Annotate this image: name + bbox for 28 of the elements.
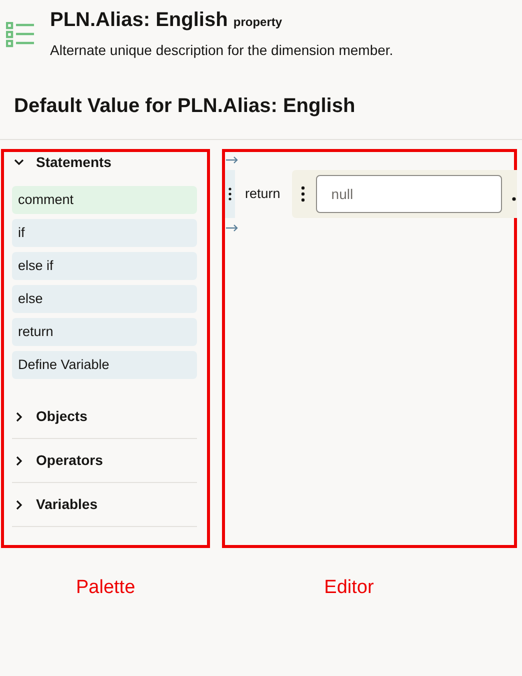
drag-handle[interactable]: [225, 170, 235, 218]
statement-keyword: return: [245, 184, 280, 203]
property-description: Alternate unique description for the dimension member.: [50, 41, 394, 60]
palette-item[interactable]: if: [12, 219, 197, 247]
section-header[interactable]: Statements: [36, 152, 112, 172]
property-label: property: [233, 15, 282, 29]
page-heading: Default Value for PLN.Alias: English: [14, 94, 356, 119]
chevron-right-icon[interactable]: [14, 456, 24, 466]
dot-icon[interactable]: [512, 197, 516, 201]
annotation-label: Palette: [76, 576, 136, 600]
value-field[interactable]: null: [316, 175, 502, 213]
palette-item[interactable]: Define Variable: [12, 351, 197, 379]
section-header[interactable]: Variables: [36, 494, 98, 515]
insert-arrow-icon[interactable]: [226, 224, 238, 232]
chevron-down-icon[interactable]: [14, 157, 24, 167]
drag-handle-icon[interactable]: [300, 186, 306, 202]
annotation-label: Editor: [324, 576, 374, 600]
palette-item[interactable]: return: [12, 318, 197, 346]
chevron-right-icon[interactable]: [14, 500, 24, 510]
property-title: PLN.Alias: English: [50, 9, 228, 31]
chevron-right-icon[interactable]: [14, 412, 24, 422]
palette-item[interactable]: comment: [12, 186, 197, 214]
insert-arrow-icon[interactable]: [226, 156, 238, 164]
palette-item[interactable]: else: [12, 285, 197, 313]
list-icon: [6, 22, 36, 48]
palette-item[interactable]: else if: [12, 252, 197, 280]
section-header[interactable]: Operators: [36, 450, 103, 471]
section-header[interactable]: Objects: [36, 406, 88, 427]
